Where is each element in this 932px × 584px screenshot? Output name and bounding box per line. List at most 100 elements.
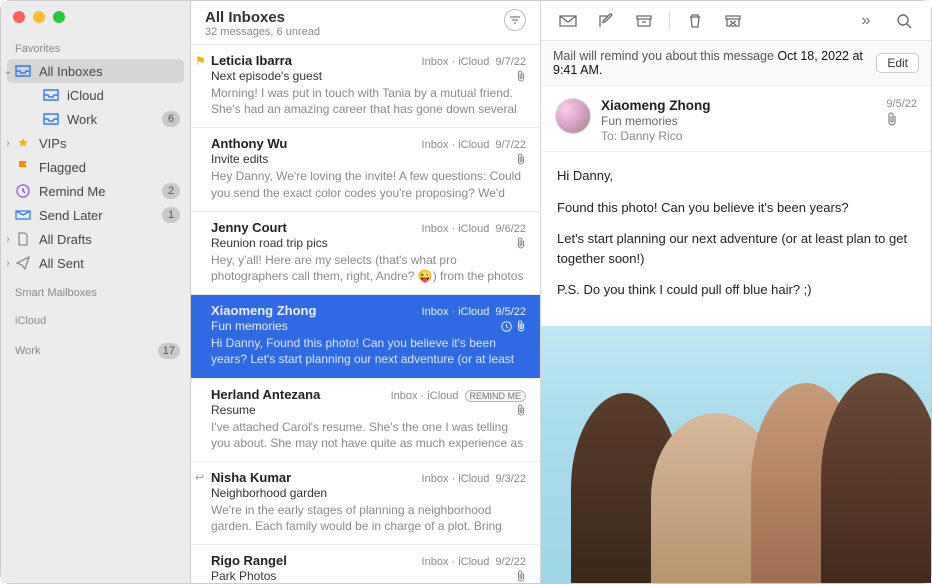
reminder-banner: Mail will remind you about this message … [541,41,931,86]
sidebar-item-all-drafts[interactable]: › All Drafts [1,227,190,251]
compose-icon[interactable] [589,8,623,34]
chevron-right-icon[interactable]: › [3,258,13,269]
star-icon: ★ [15,135,31,151]
message-preview: Hey Danny, We're loving the invite! A fe… [211,168,526,200]
minimize-window-button[interactable] [33,11,45,23]
window-controls [1,1,190,37]
sender-avatar[interactable] [555,98,591,134]
message-account: Inbox · iCloud [422,223,490,235]
message-account: Inbox · iCloud [422,473,490,485]
sidebar-heading-favorites: Favorites [1,39,190,59]
edit-reminder-button[interactable]: Edit [876,53,919,73]
mailbox-title: All Inboxes [205,9,504,26]
toolbar-separator [669,12,670,30]
inbox-icon [15,63,31,79]
close-window-button[interactable] [13,11,25,23]
attachment-icon [516,320,526,332]
message-row[interactable]: Xiaomeng ZhongInbox · iCloud9/5/22Fun me… [191,295,540,378]
sidebar-heading-smart: Smart Mailboxes [1,283,190,303]
search-icon[interactable] [887,8,921,34]
sidebar-item-all-sent[interactable]: › All Sent [1,251,190,275]
message-subject: Invite edits [211,152,268,166]
attachment-icon [516,237,526,249]
sidebar-heading-label: Work [15,345,150,357]
sidebar-item-label: Flagged [39,160,180,175]
message-row[interactable]: Rigo RangelInbox · iCloud9/2/22Park Phot… [191,545,540,583]
body-line: Found this photo! Can you believe it's b… [557,198,915,218]
attachment-icon [516,570,526,582]
message-preview: Hi Danny, Found this photo! Can you beli… [211,335,526,367]
body-line: Let's start planning our next adventure … [557,229,915,268]
sidebar-item-label: Send Later [39,208,154,223]
message-sender: Jenny Court [211,220,287,235]
junk-icon[interactable] [716,8,750,34]
sidebar-item-work[interactable]: Work 6 [1,107,190,131]
sidebar-heading-icloud: iCloud [1,311,190,331]
message-sender: Anthony Wu [211,136,287,151]
sidebar-item-all-inboxes[interactable]: ⌄ All Inboxes [7,59,184,83]
trash-icon[interactable] [678,8,712,34]
message-date: 9/7/22 [495,56,526,68]
archive-icon[interactable] [627,8,661,34]
message-row[interactable]: Herland AntezanaInbox · iCloudREMIND MER… [191,379,540,462]
message-subject: Fun memories [211,319,288,333]
flag-icon [15,159,31,175]
message-sender: Herland Antezana [211,387,320,402]
message-list-header: All Inboxes 32 messages, 6 unread [191,1,540,45]
attachment-icon [516,70,526,82]
inbox-icon [43,111,59,127]
message-date: 9/3/22 [495,473,526,485]
sidebar: Favorites ⌄ All Inboxes iCloud Work [1,1,191,583]
sidebar-item-label: VIPs [39,136,180,151]
sidebar-item-flagged[interactable]: Flagged [1,155,190,179]
message-date: 9/5/22 [495,306,526,318]
message-sender[interactable]: Xiaomeng Zhong [601,98,876,113]
count-badge: 2 [162,183,180,199]
filter-button[interactable] [504,9,526,31]
flag-icon: ⚑ [195,54,206,68]
reader-toolbar: » [541,1,931,41]
message-account: Inbox · iCloud [391,390,459,402]
message-row[interactable]: ↩Nisha KumarInbox · iCloud9/3/22Neighbor… [191,462,540,545]
message-sender: Leticia Ibarra [211,53,292,68]
message-list[interactable]: ⚑ Leticia Ibarra Inbox · iCloud 9/7/22 Next … [191,45,540,583]
attachment-icon[interactable] [886,112,917,126]
sidebar-item-icloud[interactable]: iCloud [1,83,190,107]
message-date: REMIND ME [465,390,527,402]
message-row[interactable]: Jenny CourtInbox · iCloud9/6/22Reunion r… [191,212,540,295]
message-sender: Rigo Rangel [211,553,287,568]
chevron-right-icon[interactable]: › [3,138,13,149]
sidebar-item-label: Remind Me [39,184,154,199]
message-sender: Xiaomeng Zhong [211,303,316,318]
message-recipients: To: Danny Rico [601,129,876,143]
inbox-icon [43,87,59,103]
sidebar-item-label: Work [67,112,154,127]
message-preview: Hey, y'all! Here are my selects (that's … [211,252,526,284]
chevron-down-icon[interactable]: ⌄ [3,66,13,77]
message-date: 9/2/22 [495,556,526,568]
sidebar-item-send-later[interactable]: Send Later 1 [1,203,190,227]
body-line: P.S. Do you think I could pull off blue … [557,280,915,300]
sidebar-item-remind-me[interactable]: Remind Me 2 [1,179,190,203]
message-preview: I've attached Carol's resume. She's the … [211,419,526,451]
reader-pane: » Mail will remind you about this messag… [541,1,931,583]
count-badge: 17 [158,343,180,359]
attached-photo[interactable] [541,326,931,584]
more-icon[interactable]: » [849,8,883,34]
zoom-window-button[interactable] [53,11,65,23]
sidebar-item-vips[interactable]: › ★ VIPs [1,131,190,155]
chevron-right-icon[interactable]: › [3,234,13,245]
attachment-icon [516,153,526,165]
message-subject: Next episode's guest [211,69,322,83]
mailbox-subtitle: 32 messages, 6 unread [205,26,504,38]
message-date: 9/7/22 [495,139,526,151]
message-subject: Neighborhood garden [211,486,327,500]
remind-icon [501,321,512,332]
message-subject: Reunion road trip pics [211,236,328,250]
message-account: Inbox · iCloud [422,139,490,151]
envelope-icon[interactable] [551,8,585,34]
message-account: Inbox · iCloud [422,56,490,68]
message-row[interactable]: ⚑ Leticia Ibarra Inbox · iCloud 9/7/22 Next … [191,45,540,128]
message-row[interactable]: Anthony Wu Inbox · iCloud 9/7/22 Invite edi… [191,128,540,211]
sidebar-heading-work[interactable]: Work 17 [1,339,190,363]
